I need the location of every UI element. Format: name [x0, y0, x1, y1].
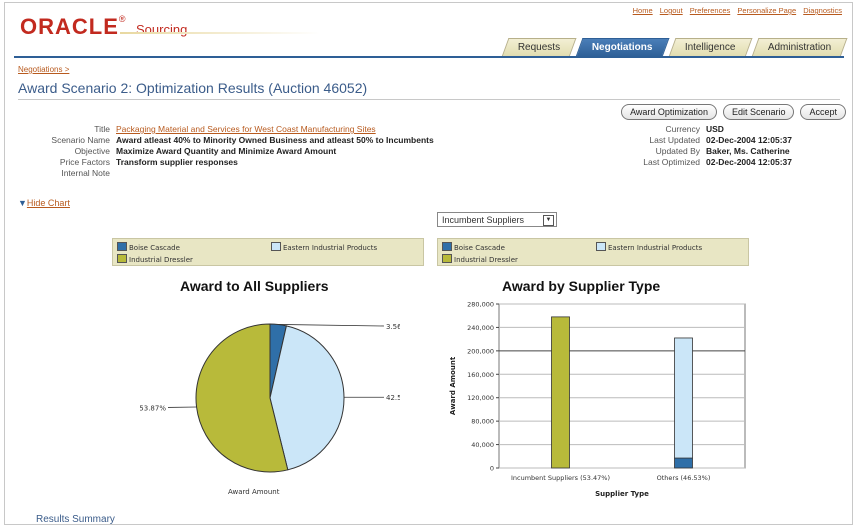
negotiation-title-link[interactable]: Packaging Material and Services for West…	[116, 124, 376, 134]
trademark-icon: ®	[118, 14, 126, 24]
tab-requests[interactable]: Requests	[501, 38, 577, 57]
breadcrumb-negotiations-link[interactable]: Negotiations >	[18, 65, 69, 74]
y-tick-label: 120,000	[467, 394, 494, 402]
edit-scenario-button[interactable]: Edit Scenario	[722, 104, 795, 120]
scenario-name-row: Scenario Name Award atleast 40% to Minori…	[51, 135, 434, 145]
tab-intelligence[interactable]: Intelligence	[668, 38, 753, 57]
dropdown-arrow-icon: ▼	[543, 215, 554, 226]
y-tick-label: 80,000	[471, 418, 494, 426]
plot-area	[498, 303, 746, 469]
bar-chart-title: Award by Supplier Type	[502, 278, 661, 294]
pie-leader-line	[278, 324, 385, 327]
x-tick-label: Others (46.53%)	[657, 474, 711, 482]
y-tick-label: 40,000	[471, 441, 494, 449]
tab-negotiations[interactable]: Negotiations	[576, 38, 670, 57]
bar	[551, 316, 570, 469]
hide-chart-toggle[interactable]: ▼Hide Chart	[18, 198, 70, 208]
scenario-details: Title Packaging Material and Services for…	[18, 124, 434, 179]
page-title: Award Scenario 2: Optimization Results (…	[18, 80, 368, 96]
pie-chart-title: Award to All Suppliers	[180, 278, 329, 294]
legend-item: Eastern Industrial Products	[596, 242, 702, 252]
bar-chart: 0 40,000 80,000 120,000 160,000 200,000 240,00…	[449, 301, 746, 498]
currency-row: Currency USD	[665, 124, 724, 134]
legend-swatch-1	[271, 242, 281, 251]
updated-by-row: Updated By Baker, Ms. Catherine	[655, 146, 790, 156]
y-tick-label: 280,000	[467, 301, 494, 309]
pie-data-label: 53.87%	[140, 404, 166, 412]
tab-bar-rule	[14, 56, 844, 58]
pie-legend: Boise Cascade Eastern Industrial Product…	[112, 238, 424, 266]
legend-item: Eastern Industrial Products	[271, 242, 377, 252]
tab-administration[interactable]: Administration	[751, 38, 848, 57]
legend-item: Boise Cascade	[442, 242, 505, 252]
pie-axis-label: Award Amount	[228, 488, 280, 496]
main-tabs: Requests Negotiations Intelligence Admin…	[499, 38, 848, 57]
home-link[interactable]: Home	[633, 6, 653, 15]
last-optimized-row: Last Optimized 02-Dec-2004 12:05:37	[643, 157, 793, 167]
pie-chart: 3.56% 42.57% 53.87%	[140, 323, 400, 473]
diagnostics-link[interactable]: Diagnostics	[803, 6, 842, 15]
legend-swatch-2	[117, 254, 127, 263]
hide-chart-link[interactable]: Hide Chart	[27, 198, 70, 208]
bar	[674, 337, 693, 459]
y-tick-label: 240,000	[467, 324, 494, 332]
personalize-page-link[interactable]: Personalize Page	[737, 6, 796, 15]
title-row: Title Packaging Material and Services for…	[94, 124, 376, 134]
bar	[674, 457, 693, 469]
legend-swatch-0	[442, 242, 452, 251]
price-factors-row: Price Factors Transform supplier response…	[59, 157, 238, 167]
pie-data-label: 3.56%	[386, 323, 400, 331]
objective-row: Objective Maximize Award Quantity and Min…	[74, 146, 337, 156]
x-axis-label: Supplier Type	[595, 490, 649, 498]
internal-note-row: Internal Note	[61, 168, 110, 178]
award-optimization-button[interactable]: Award Optimization	[621, 104, 717, 120]
logo-swoosh	[120, 32, 320, 34]
accept-button[interactable]: Accept	[800, 104, 846, 120]
y-tick-label: 160,000	[467, 371, 494, 379]
legend-swatch-0	[117, 242, 127, 251]
last-updated-row: Last Updated 02-Dec-2004 12:05:37	[649, 135, 793, 145]
product-name: Sourcing	[135, 22, 188, 37]
oracle-logo: ORACLE® Sourcing	[20, 14, 187, 40]
collapse-triangle-icon: ▼	[18, 198, 27, 208]
title-divider	[18, 99, 840, 100]
x-tick-label: Incumbent Suppliers (53.47%)	[511, 474, 610, 482]
legend-swatch-1	[596, 242, 606, 251]
legend-item: Industrial Dressler	[442, 254, 518, 264]
supplier-type-select[interactable]: Incumbent Suppliers ▼	[437, 212, 557, 227]
y-tick-label: 200,000	[467, 347, 494, 355]
pie-data-label: 42.57%	[386, 394, 400, 402]
legend-item: Industrial Dressler	[117, 254, 193, 264]
y-axis-label: Award Amount	[449, 356, 457, 415]
y-tick-label: 0	[490, 465, 494, 473]
breadcrumb[interactable]: Negotiations >	[18, 65, 69, 74]
results-summary-heading: Results Summary	[36, 514, 115, 525]
supplier-select-value: Incumbent Suppliers	[442, 215, 525, 225]
logout-link[interactable]: Logout	[660, 6, 683, 15]
global-links: Home Logout Preferences Personalize Page…	[628, 6, 842, 15]
bar-legend: Boise Cascade Eastern Industrial Product…	[437, 238, 749, 266]
logo-text: ORACLE	[20, 14, 119, 39]
preferences-link[interactable]: Preferences	[690, 6, 730, 15]
scenario-metadata: Currency USD Last Updated 02-Dec-2004 12:0…	[600, 124, 792, 168]
legend-item: Boise Cascade	[117, 242, 180, 252]
action-buttons: Award Optimization Edit Scenario Accept	[621, 104, 846, 120]
legend-swatch-2	[442, 254, 452, 263]
